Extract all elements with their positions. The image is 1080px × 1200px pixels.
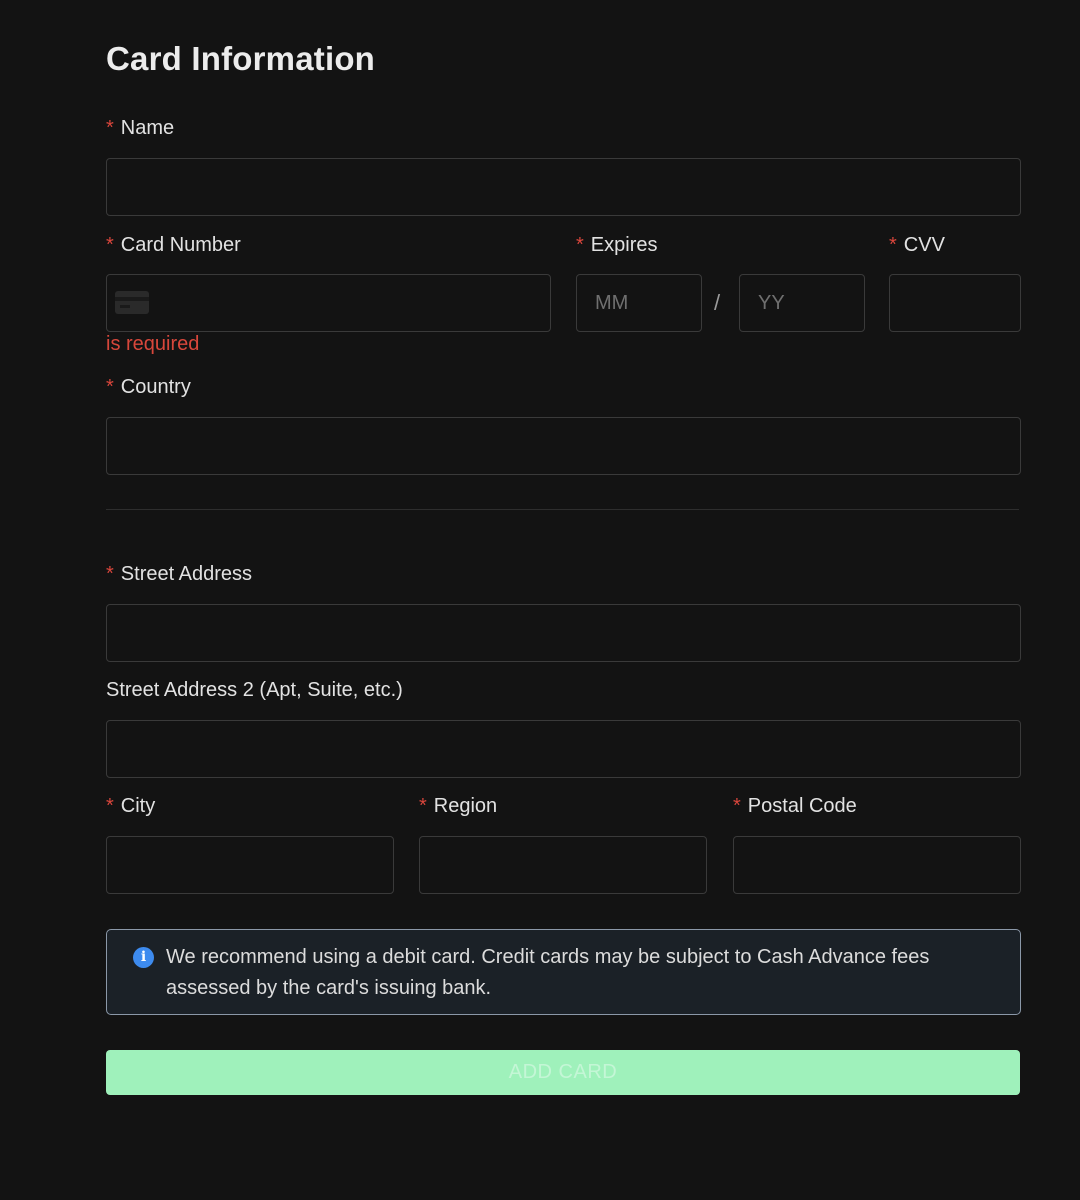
required-marker: *: [889, 234, 897, 256]
postal-code-label: * Postal Code: [733, 795, 857, 818]
region-label-text: Region: [433, 795, 498, 817]
postal-code-label-text: Postal Code: [747, 795, 857, 817]
cvv-input[interactable]: [889, 274, 1021, 332]
card-number-error: is required: [106, 333, 200, 355]
expires-label: * Expires: [576, 234, 658, 257]
country-input[interactable]: [106, 417, 1021, 475]
cvv-label-text: CVV: [903, 234, 945, 256]
street-address-input[interactable]: [106, 604, 1021, 662]
city-label-text: City: [120, 795, 156, 817]
street-address-label: * Street Address: [106, 563, 252, 586]
country-label: * Country: [106, 376, 191, 399]
debit-card-notice: i We recommend using a debit card. Credi…: [106, 929, 1021, 1015]
card-number-input[interactable]: [106, 274, 551, 332]
region-input[interactable]: [419, 836, 707, 894]
required-marker: *: [733, 795, 741, 817]
add-card-button[interactable]: ADD CARD: [106, 1050, 1020, 1095]
page-title: Card Information: [106, 40, 376, 77]
required-marker: *: [106, 795, 114, 817]
region-label: * Region: [419, 795, 497, 818]
country-label-text: Country: [120, 376, 191, 398]
name-input[interactable]: [106, 158, 1021, 216]
expiry-month-input[interactable]: [576, 274, 702, 332]
street-address-2-input[interactable]: [106, 720, 1021, 778]
card-number-label: * Card Number: [106, 234, 241, 257]
section-divider: [106, 509, 1019, 510]
required-marker: *: [576, 234, 584, 256]
postal-code-input[interactable]: [733, 836, 1021, 894]
required-marker: *: [106, 376, 114, 398]
city-label: * City: [106, 795, 155, 818]
expiry-separator: /: [714, 290, 721, 315]
street-address-2-label: Street Address 2 (Apt, Suite, etc.): [106, 679, 403, 701]
name-label: * Name: [106, 117, 174, 140]
required-marker: *: [106, 117, 114, 139]
notice-text: We recommend using a debit card. Credit …: [166, 946, 930, 999]
name-label-text: Name: [120, 117, 175, 139]
street-address-label-text: Street Address: [120, 563, 252, 585]
required-marker: *: [106, 563, 114, 585]
required-marker: *: [106, 234, 114, 256]
expires-label-text: Expires: [590, 234, 658, 256]
card-number-wrapper: [106, 274, 551, 332]
info-icon: i: [133, 947, 154, 968]
required-marker: *: [419, 795, 427, 817]
city-input[interactable]: [106, 836, 394, 894]
expiry-year-input[interactable]: [739, 274, 865, 332]
card-number-label-text: Card Number: [120, 234, 241, 256]
cvv-label: * CVV: [889, 234, 945, 257]
credit-card-icon: [115, 291, 149, 314]
